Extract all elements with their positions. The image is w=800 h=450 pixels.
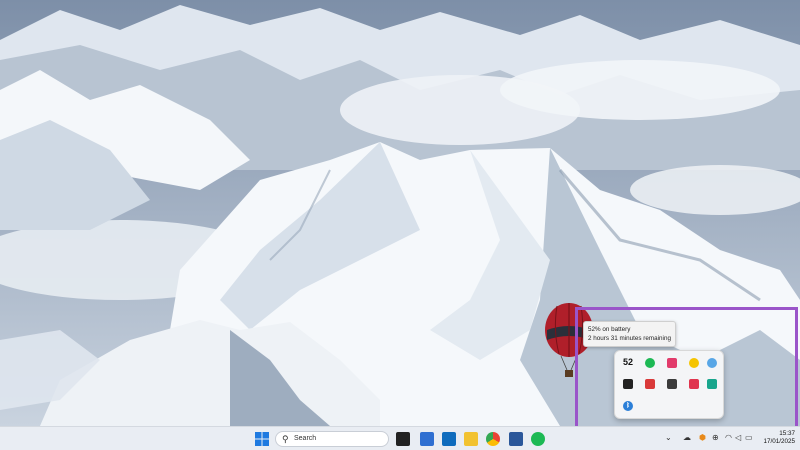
dark-app-icon[interactable] (623, 379, 633, 389)
vpn-icon[interactable]: ⬢ (699, 433, 706, 443)
battery-percent-text: 52% on battery (588, 326, 631, 333)
battery-icon[interactable]: ▭ (745, 433, 753, 443)
clock-date: 17/01/2025 (763, 438, 795, 445)
norton-icon[interactable] (689, 358, 699, 368)
green-circle-icon[interactable] (645, 358, 655, 368)
tray-overflow-flyout: 52 ᛒ (614, 350, 724, 419)
grid-app-icon[interactable] (667, 379, 677, 389)
terminal-icon[interactable] (420, 432, 434, 446)
speaker-icon[interactable]: ◁ (735, 433, 741, 443)
chrome-icon[interactable] (486, 432, 500, 446)
search-placeholder: Search (294, 435, 317, 442)
outlook-icon[interactable] (442, 432, 456, 446)
taskbar-search-box[interactable]: ⚲ Search (275, 431, 389, 447)
clock-time: 15:37 (779, 430, 795, 437)
onedrive-icon[interactable]: ☁ (683, 433, 691, 443)
bluetooth-icon[interactable]: ᛒ (623, 401, 633, 411)
desktop: 52% on battery 2 hours 31 minutes remain… (0, 0, 800, 426)
pinwheel-icon[interactable] (667, 358, 677, 368)
battery-remaining-text: 2 hours 31 minutes remaining (588, 335, 671, 342)
task-view-icon[interactable] (396, 432, 410, 446)
media-app-icon[interactable] (689, 379, 699, 389)
cloud-icon[interactable] (707, 358, 717, 368)
search-icon: ⚲ (282, 434, 289, 444)
windows-start-icon[interactable] (255, 432, 269, 446)
security-icon[interactable]: ⊕ (712, 433, 719, 443)
spotify-icon[interactable] (531, 432, 545, 446)
red-app-icon[interactable] (645, 379, 655, 389)
weather-temp-badge[interactable]: 52 (623, 357, 633, 367)
taskbar: ⚲ Search ⌄ ☁ ⬢ ⊕ ◠ ◁ ▭ 15:37 17/01/2025 (0, 426, 800, 450)
wifi-icon[interactable]: ◠ (725, 433, 732, 443)
teal-app-icon[interactable] (707, 379, 717, 389)
file-explorer-icon[interactable] (464, 432, 478, 446)
battery-tooltip: 52% on battery 2 hours 31 minutes remain… (583, 321, 676, 347)
word-icon[interactable] (509, 432, 523, 446)
taskbar-clock[interactable]: 15:37 17/01/2025 (755, 430, 795, 446)
chevron-up-icon[interactable]: ⌄ (665, 433, 672, 443)
